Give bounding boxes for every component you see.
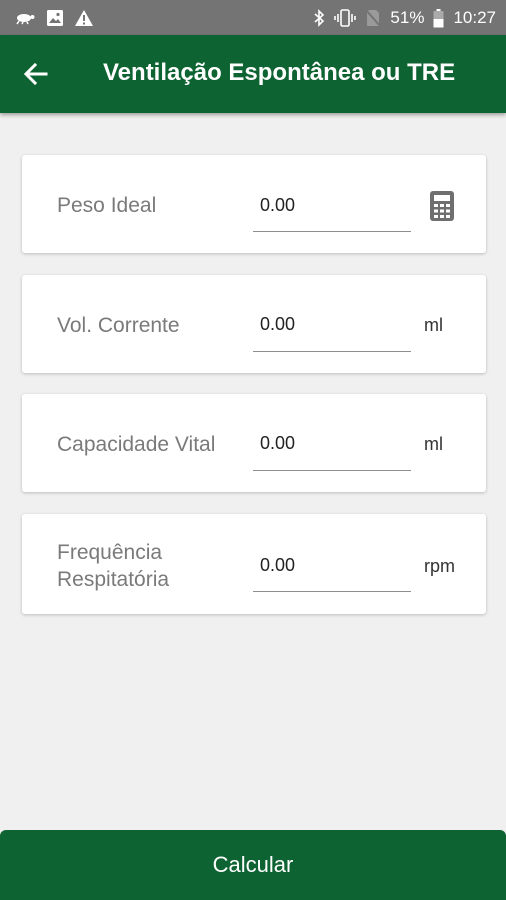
unit-label: ml — [424, 315, 443, 335]
field-card-vol-corrente: Vol. Corrente ml — [22, 275, 486, 373]
field-label: Peso Ideal — [57, 194, 157, 217]
status-bar: 51% 10:27 — [0, 0, 506, 35]
field-card-capacidade-vital: Capacidade Vital ml — [22, 394, 486, 492]
capacidade-vital-input[interactable] — [253, 430, 411, 456]
input-underline — [253, 470, 411, 471]
battery-percent: 51% — [390, 8, 425, 27]
field-card-frequencia-respiratoria: Frequência Respitatória rpm — [22, 514, 486, 614]
back-button[interactable] — [16, 54, 56, 94]
clock: 10:27 — [453, 8, 496, 27]
vol-corrente-input[interactable] — [253, 311, 411, 337]
field-label: Capacidade Vital — [57, 433, 216, 456]
input-underline — [253, 351, 411, 352]
field-label: Vol. Corrente — [57, 314, 180, 337]
field-label: Frequência Respitatória — [57, 539, 169, 593]
image-icon — [46, 9, 64, 27]
vibrate-icon — [334, 9, 357, 27]
calculator-icon[interactable] — [428, 190, 456, 222]
tortoise-icon — [14, 10, 36, 26]
bluetooth-icon — [313, 9, 325, 27]
page-title: Ventilação Espontânea ou TRE — [103, 59, 456, 86]
unit-label: ml — [424, 434, 443, 454]
no-sim-icon — [365, 9, 382, 27]
arrow-left-icon — [24, 63, 48, 85]
calculate-button[interactable]: Calcular — [0, 830, 506, 900]
unit-label: rpm — [424, 556, 455, 576]
warning-icon — [74, 9, 94, 27]
battery-icon — [433, 8, 444, 28]
frequencia-respiratoria-input[interactable] — [253, 552, 411, 578]
input-underline — [253, 231, 411, 232]
field-card-peso-ideal: Peso Ideal — [22, 155, 486, 253]
app-bar: Ventilação Espontânea ou TRE — [0, 35, 506, 113]
field-label-line-2: Respitatória — [57, 568, 170, 591]
input-underline — [253, 591, 411, 592]
field-label-line-1: Frequência — [57, 541, 163, 564]
peso-ideal-input[interactable] — [253, 192, 411, 218]
